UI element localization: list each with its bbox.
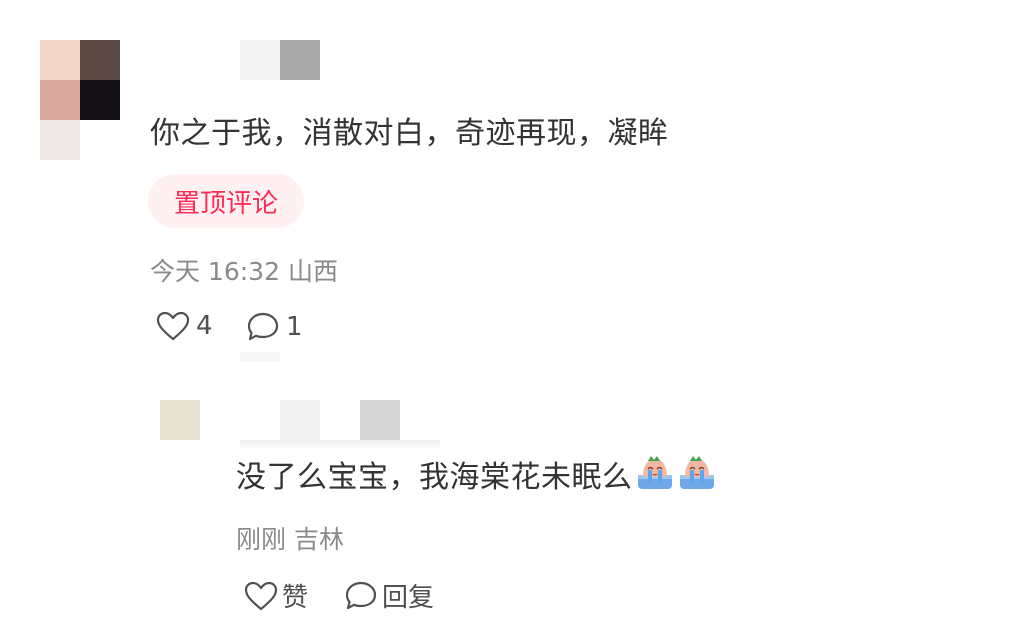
- avatar-pixel: [160, 400, 200, 440]
- comment-text: 你之于我，消散对白，奇迹再现，凝眸: [150, 116, 669, 151]
- reply-text: 没了么宝宝，我海棠花未眠么: [236, 452, 717, 499]
- reply-time: 刚刚: [236, 525, 287, 554]
- username-pixel: [240, 40, 280, 80]
- reply-location: 吉林: [293, 525, 344, 554]
- comment-time: 今天 16:32: [150, 257, 280, 286]
- username-pixel: [280, 40, 320, 80]
- avatar-pixel: [40, 120, 80, 160]
- reply-count: 1: [286, 312, 303, 342]
- username-pixel: [360, 400, 400, 440]
- avatar-pixel: [80, 80, 120, 120]
- crying-face-emoji: [677, 455, 717, 499]
- comment-like-button[interactable]: 4: [156, 311, 213, 341]
- avatar-pixel: [40, 40, 80, 80]
- avatar-pixel: [80, 40, 120, 80]
- comment-meta: 今天 16:32 山西: [150, 252, 338, 288]
- reply-label: 回复: [382, 583, 435, 613]
- reply-like-button[interactable]: 赞: [244, 577, 308, 614]
- speech-bubble-icon: [246, 311, 280, 343]
- reply-meta: 刚刚 吉林: [236, 520, 344, 556]
- username-pixel: [240, 440, 440, 450]
- speech-bubble-icon: [344, 580, 378, 612]
- like-label: 赞: [282, 583, 309, 613]
- reply-reply-button[interactable]: 回复: [344, 577, 434, 614]
- reply-text-content: 没了么宝宝，我海棠花未眠么: [236, 460, 633, 495]
- comment-thread: 你之于我，消散对白，奇迹再现，凝眸 置顶评论 今天 16:32 山西 4 1 没…: [0, 0, 1024, 634]
- pixel-remnant: [240, 352, 280, 362]
- comment-reply-count-button[interactable]: 1: [246, 311, 303, 343]
- username-pixel: [280, 400, 320, 440]
- heart-outline-icon: [244, 581, 278, 611]
- crying-face-emoji: [635, 455, 675, 499]
- heart-outline-icon: [156, 311, 190, 341]
- like-count: 4: [196, 311, 213, 341]
- pinned-comment-badge: 置顶评论: [148, 174, 304, 228]
- comment-location: 山西: [287, 257, 338, 286]
- avatar-pixel: [40, 80, 80, 120]
